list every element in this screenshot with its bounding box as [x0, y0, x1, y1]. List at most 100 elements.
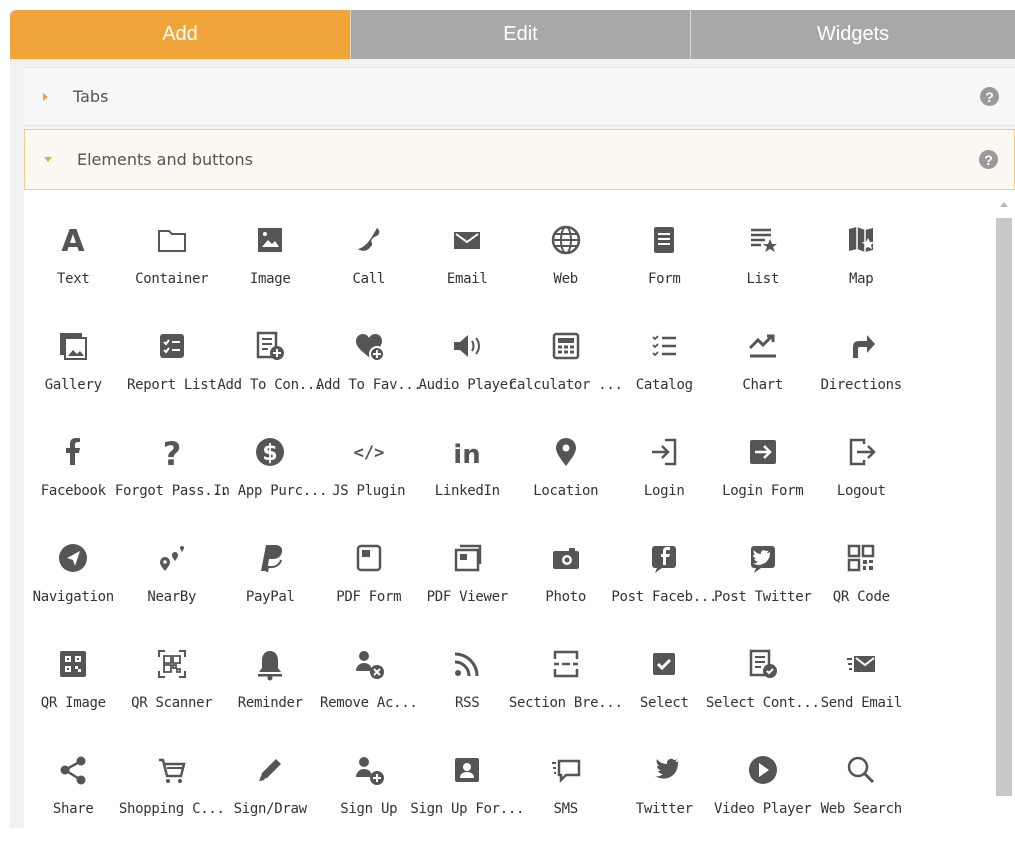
help-icon[interactable]: ? — [979, 150, 998, 169]
element-item-add-favorite[interactable]: Add To Fav... — [316, 318, 422, 424]
element-label: Report List — [127, 377, 217, 393]
element-item-question[interactable]: ? Forgot Pass... — [115, 424, 229, 530]
elements-row: Facebook? Forgot Pass... $ In App Purc... </… — [24, 424, 994, 530]
scrollbar[interactable] — [993, 190, 1015, 828]
element-label: Section Bre... — [508, 695, 623, 711]
element-item-folder[interactable]: Container — [123, 212, 222, 318]
navigation-icon — [53, 538, 93, 578]
element-label: Call — [352, 271, 385, 287]
post-twitter-icon — [743, 538, 783, 578]
element-item-globe[interactable]: Web — [517, 212, 616, 318]
element-label: Photo — [545, 589, 587, 605]
element-item-qr-image[interactable]: QR Image — [24, 636, 123, 742]
element-item-nearby[interactable]: NearBy — [123, 530, 222, 636]
element-item-cart[interactable]: Shopping C... — [119, 742, 225, 848]
nearby-icon — [152, 538, 192, 578]
element-item-search[interactable]: Web Search — [812, 742, 911, 848]
dollar-icon: $ — [250, 432, 290, 472]
element-item-phone[interactable]: Call — [320, 212, 419, 318]
element-item-directions[interactable]: Directions — [812, 318, 911, 424]
calculator-icon — [546, 326, 586, 366]
element-item-map[interactable]: Map — [812, 212, 911, 318]
section-break-icon — [546, 644, 586, 684]
element-item-catalog[interactable]: Catalog — [615, 318, 714, 424]
element-item-checkbox[interactable]: Select — [615, 636, 714, 742]
element-item-navigation[interactable]: Navigation — [24, 530, 123, 636]
element-label: Sign Up For... — [410, 801, 525, 817]
elements-row: QR Image QR Scanner Reminder Remove Ac... RS… — [24, 636, 994, 742]
tab-add[interactable]: Add — [10, 10, 350, 59]
element-item-qr-code[interactable]: QR Code — [812, 530, 911, 636]
scroll-up-arrow-icon[interactable] — [1000, 202, 1008, 207]
element-label: In App Purc... — [213, 483, 328, 499]
element-item-add-contact[interactable]: Add To Con... — [217, 318, 323, 424]
tab-widgets[interactable]: Widgets — [690, 10, 1015, 59]
element-item-dollar[interactable]: $ In App Purc... — [213, 424, 327, 530]
element-label: PDF Viewer — [426, 589, 509, 605]
element-item-envelope[interactable]: Email — [418, 212, 517, 318]
element-item-sign-up[interactable]: Sign Up — [320, 742, 419, 848]
element-item-send-email[interactable]: Send Email — [812, 636, 911, 742]
element-item-report-list[interactable]: Report List — [123, 318, 222, 424]
logout-icon — [841, 432, 881, 472]
element-label: Login — [643, 483, 685, 499]
element-label: PDF Form — [336, 589, 402, 605]
element-item-calculator[interactable]: Calculator ... — [509, 318, 623, 424]
login-icon — [644, 432, 684, 472]
element-item-post-twitter[interactable]: Post Twitter — [714, 530, 813, 636]
element-label: Video Player — [713, 801, 812, 817]
element-item-code[interactable]: </> JS Plugin — [320, 424, 419, 530]
elements-row: Share Shopping C... Sign/Draw Sign Up Sign U… — [24, 742, 994, 848]
element-label: Map — [849, 271, 874, 287]
elements-row: Gallery Report List Add To Con... Add To Fa… — [24, 318, 994, 424]
qr-code-icon — [841, 538, 881, 578]
element-item-logout[interactable]: Logout — [812, 424, 911, 530]
element-item-twitter[interactable]: Twitter — [615, 742, 714, 848]
element-item-pencil[interactable]: Sign/Draw — [221, 742, 320, 848]
chart-icon — [743, 326, 783, 366]
scroll-thumb[interactable] — [996, 218, 1012, 796]
element-item-location-pin[interactable]: Location — [517, 424, 616, 530]
post-facebook-icon — [644, 538, 684, 578]
element-item-login-form[interactable]: Login Form — [714, 424, 813, 530]
globe-icon — [546, 220, 586, 260]
element-item-list-star[interactable]: List — [714, 212, 813, 318]
pdf-form-icon — [349, 538, 389, 578]
element-item-pdf-viewer[interactable]: PDF Viewer — [418, 530, 517, 636]
element-item-form[interactable]: Form — [615, 212, 714, 318]
element-item-bell[interactable]: Reminder — [221, 636, 320, 742]
element-item-pdf-form[interactable]: PDF Form — [320, 530, 419, 636]
phone-icon — [349, 220, 389, 260]
element-item-letter-a[interactable]: A Text — [24, 212, 123, 318]
tab-edit[interactable]: Edit — [350, 10, 690, 59]
element-item-remove-account[interactable]: Remove Ac... — [320, 636, 419, 742]
directions-icon — [841, 326, 881, 366]
element-item-section-break[interactable]: Section Bre... — [509, 636, 623, 742]
element-item-select-contact[interactable]: Select Cont... — [706, 636, 820, 742]
section-elements-header[interactable]: Elements and buttons ? — [24, 129, 1015, 190]
svg-text:A: A — [62, 224, 86, 257]
element-item-sign-up-form[interactable]: Sign Up For... — [410, 742, 524, 848]
element-label: Select — [639, 695, 689, 711]
qr-image-icon — [53, 644, 93, 684]
top-tab-bar: Add Edit Widgets — [10, 10, 1015, 59]
element-item-login[interactable]: Login — [615, 424, 714, 530]
element-item-linkedin[interactable]: in LinkedIn — [418, 424, 517, 530]
element-item-sms[interactable]: SMS — [517, 742, 616, 848]
element-item-facebook[interactable]: Facebook — [24, 424, 123, 530]
element-item-post-facebook[interactable]: Post Faceb... — [611, 530, 717, 636]
element-label: Logout — [836, 483, 886, 499]
element-item-share[interactable]: Share — [24, 742, 123, 848]
element-item-speaker[interactable]: Audio Player — [418, 318, 517, 424]
element-item-play[interactable]: Video Player — [714, 742, 813, 848]
help-icon[interactable]: ? — [980, 87, 999, 106]
element-item-chart[interactable]: Chart — [714, 318, 813, 424]
element-item-gallery[interactable]: Gallery — [24, 318, 123, 424]
section-tabs-header[interactable]: Tabs ? — [24, 67, 1015, 126]
list-star-icon — [743, 220, 783, 260]
element-item-paypal[interactable]: PayPal — [221, 530, 320, 636]
element-item-qr-scanner[interactable]: QR Scanner — [123, 636, 222, 742]
element-item-image[interactable]: Image — [221, 212, 320, 318]
element-item-camera[interactable]: Photo — [517, 530, 616, 636]
element-item-rss[interactable]: RSS — [418, 636, 517, 742]
